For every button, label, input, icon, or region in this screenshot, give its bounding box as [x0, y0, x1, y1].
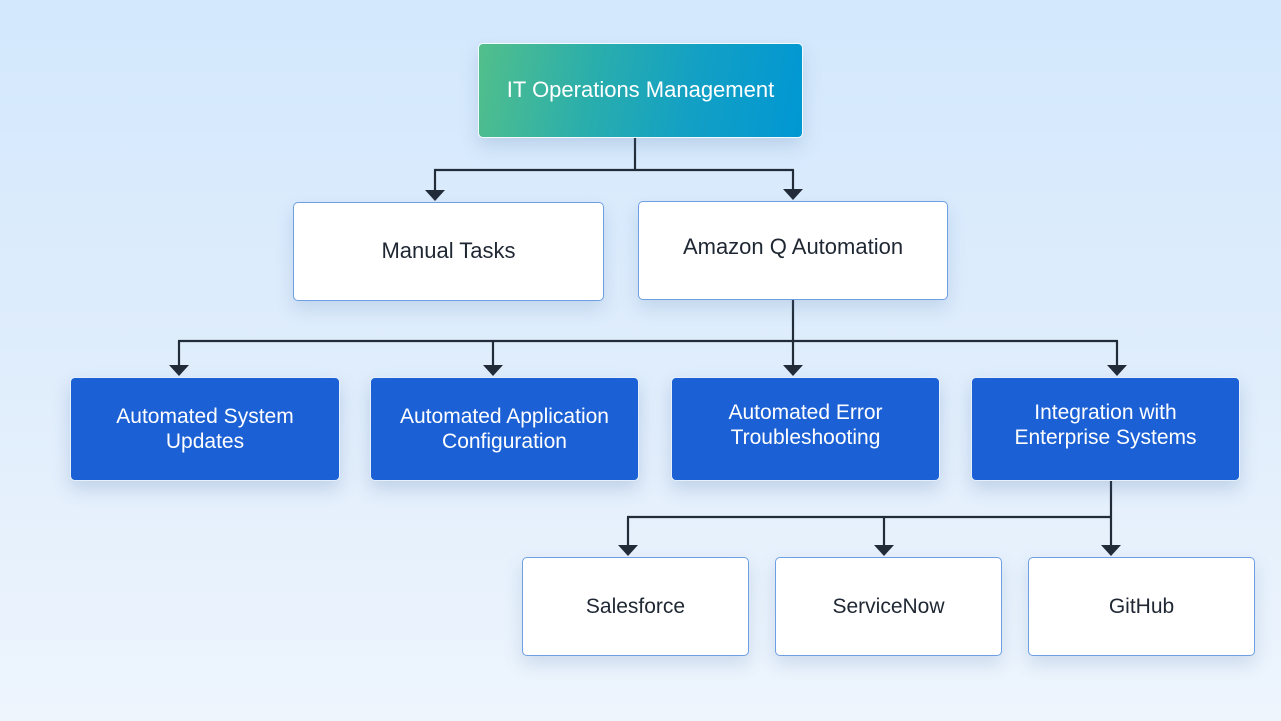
node-automated-error-troubleshooting[interactable]: Automated Error Troubleshooting	[671, 377, 940, 481]
node-automated-application-configuration[interactable]: Automated Application Configuration	[370, 377, 639, 481]
arrowhead-icon	[425, 190, 445, 201]
arrowhead-icon	[1101, 545, 1121, 556]
arrowhead-icon	[783, 365, 803, 376]
node-label: Amazon Q Automation	[682, 234, 904, 260]
arrowhead-icon	[1107, 365, 1127, 376]
node-salesforce[interactable]: Salesforce	[522, 557, 749, 656]
node-label: Automated Application Configuration	[400, 404, 609, 453]
node-label: Salesforce	[585, 594, 686, 618]
arrowhead-icon	[783, 189, 803, 200]
arrowhead-icon	[874, 545, 894, 556]
node-automated-system-updates[interactable]: Automated System Updates	[70, 377, 340, 481]
node-it-operations-management[interactable]: IT Operations Management	[478, 43, 803, 138]
arrowhead-icon	[483, 365, 503, 376]
node-label: ServiceNow	[832, 594, 945, 618]
node-github[interactable]: GitHub	[1028, 557, 1255, 656]
node-label: Automated System Updates	[116, 404, 294, 453]
node-servicenow[interactable]: ServiceNow	[775, 557, 1002, 656]
flowchart-canvas: IT Operations Management Manual Tasks Am…	[0, 0, 1281, 721]
node-label: IT Operations Management	[506, 77, 775, 103]
node-label: GitHub	[1108, 594, 1175, 618]
node-integration-enterprise-systems[interactable]: Integration with Enterprise Systems	[971, 377, 1240, 481]
node-label: Automated Error Troubleshooting	[728, 400, 883, 449]
arrowhead-icon	[169, 365, 189, 376]
arrowhead-icon	[618, 545, 638, 556]
node-label: Integration with Enterprise Systems	[1014, 400, 1197, 449]
node-amazon-q-automation[interactable]: Amazon Q Automation	[638, 201, 948, 300]
node-manual-tasks[interactable]: Manual Tasks	[293, 202, 604, 301]
node-label: Manual Tasks	[381, 238, 516, 264]
